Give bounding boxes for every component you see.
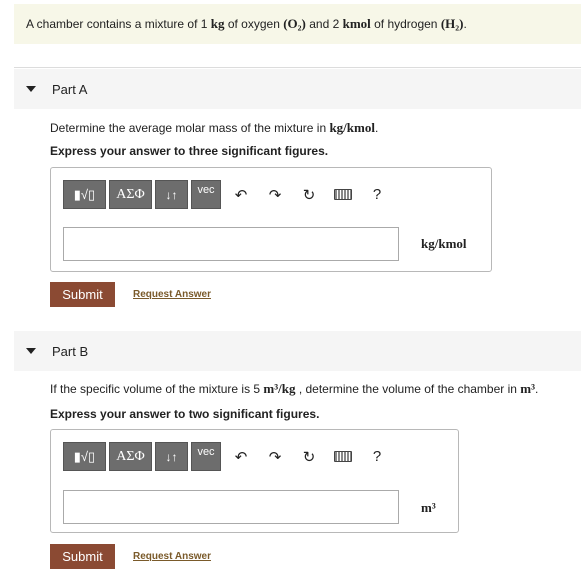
- problem-text-5: .: [463, 17, 467, 31]
- unit-kmol: kmol: [342, 16, 371, 31]
- problem-text-4: of hydrogen: [370, 17, 441, 31]
- part-b-question-value-unit: m³/kg: [263, 381, 296, 396]
- part-a-answer-box: ▮√▯ ΑΣΦ ↓↑ vec ↶ ↷ ↻ ? kg/kmol: [50, 167, 492, 272]
- templates-button[interactable]: ▮√▯: [63, 442, 106, 471]
- part-a-instruction: Express your answer to three significant…: [50, 144, 329, 158]
- part-b-answer-box: ▮√▯ ΑΣΦ ↓↑ vec ↶ ↷ ↻ ? m³: [50, 429, 459, 533]
- part-b-question: If the specific volume of the mixture is…: [50, 381, 538, 397]
- arrows-button[interactable]: ↓↑: [155, 180, 188, 209]
- undo-icon[interactable]: ↶: [224, 442, 258, 471]
- arrows-button[interactable]: ↓↑: [155, 442, 188, 471]
- vector-button[interactable]: vec: [191, 180, 221, 209]
- part-b-request-answer-link[interactable]: Request Answer: [133, 551, 211, 562]
- undo-icon[interactable]: ↶: [224, 180, 258, 209]
- part-a-question-text: Determine the average molar mass of the …: [50, 121, 330, 135]
- part-b-toolbar: ▮√▯ ΑΣΦ ↓↑ vec ↶ ↷ ↻ ?: [63, 442, 394, 471]
- part-b-header[interactable]: Part B: [14, 331, 581, 371]
- keyboard-shape: [334, 451, 352, 462]
- reset-icon[interactable]: ↻: [292, 442, 326, 471]
- problem-text-1: A chamber contains a mixture of 1: [26, 17, 211, 31]
- part-b-question-text-2: , determine the volume of the chamber in: [295, 382, 521, 396]
- greek-symbols-button[interactable]: ΑΣΦ: [109, 180, 152, 209]
- problem-text-3: and 2: [305, 17, 343, 31]
- part-b-submit-button[interactable]: Submit: [50, 544, 115, 569]
- help-icon[interactable]: ?: [360, 180, 394, 209]
- vector-button[interactable]: vec: [191, 442, 221, 471]
- formula-oxygen: (O₂): [283, 16, 306, 31]
- part-b-unit: m³: [421, 500, 436, 515]
- part-a-header[interactable]: Part A: [14, 69, 581, 109]
- redo-icon[interactable]: ↷: [258, 180, 292, 209]
- redo-icon[interactable]: ↷: [258, 442, 292, 471]
- keyboard-icon[interactable]: [326, 180, 360, 209]
- part-b-question-end: .: [535, 382, 539, 396]
- part-b-question-unit: m³: [520, 381, 536, 396]
- part-b-question-text-1: If the specific volume of the mixture is…: [50, 382, 264, 396]
- divider: [14, 67, 581, 68]
- part-a-submit-button[interactable]: Submit: [50, 282, 115, 307]
- part-b-instruction: Express your answer to two significant f…: [50, 407, 320, 421]
- templates-button[interactable]: ▮√▯: [63, 180, 106, 209]
- unit-kg: kg: [210, 16, 225, 31]
- part-a-unit: kg/kmol: [421, 236, 467, 251]
- formula-hydrogen: (H₂): [440, 16, 464, 31]
- part-a-request-answer-link[interactable]: Request Answer: [133, 289, 211, 300]
- part-a-title: Part A: [52, 81, 88, 97]
- part-a-question: Determine the average molar mass of the …: [50, 120, 378, 136]
- part-b-title: Part B: [52, 343, 89, 359]
- part-a-question-end: .: [374, 121, 379, 135]
- problem-text-2: of oxygen: [224, 17, 284, 31]
- greek-symbols-button[interactable]: ΑΣΦ: [109, 442, 152, 471]
- problem-statement: A chamber contains a mixture of 1 kg of …: [14, 4, 581, 44]
- part-b-answer-input[interactable]: [63, 490, 399, 524]
- part-a-toolbar: ▮√▯ ΑΣΦ ↓↑ vec ↶ ↷ ↻ ?: [63, 180, 394, 209]
- collapse-caret-icon[interactable]: [26, 348, 36, 354]
- keyboard-shape: [334, 189, 352, 200]
- help-icon[interactable]: ?: [360, 442, 394, 471]
- part-a-question-unit: kg/kmol: [329, 120, 375, 135]
- keyboard-icon[interactable]: [326, 442, 360, 471]
- part-a-answer-input[interactable]: [63, 227, 399, 261]
- collapse-caret-icon[interactable]: [26, 86, 36, 92]
- reset-icon[interactable]: ↻: [292, 180, 326, 209]
